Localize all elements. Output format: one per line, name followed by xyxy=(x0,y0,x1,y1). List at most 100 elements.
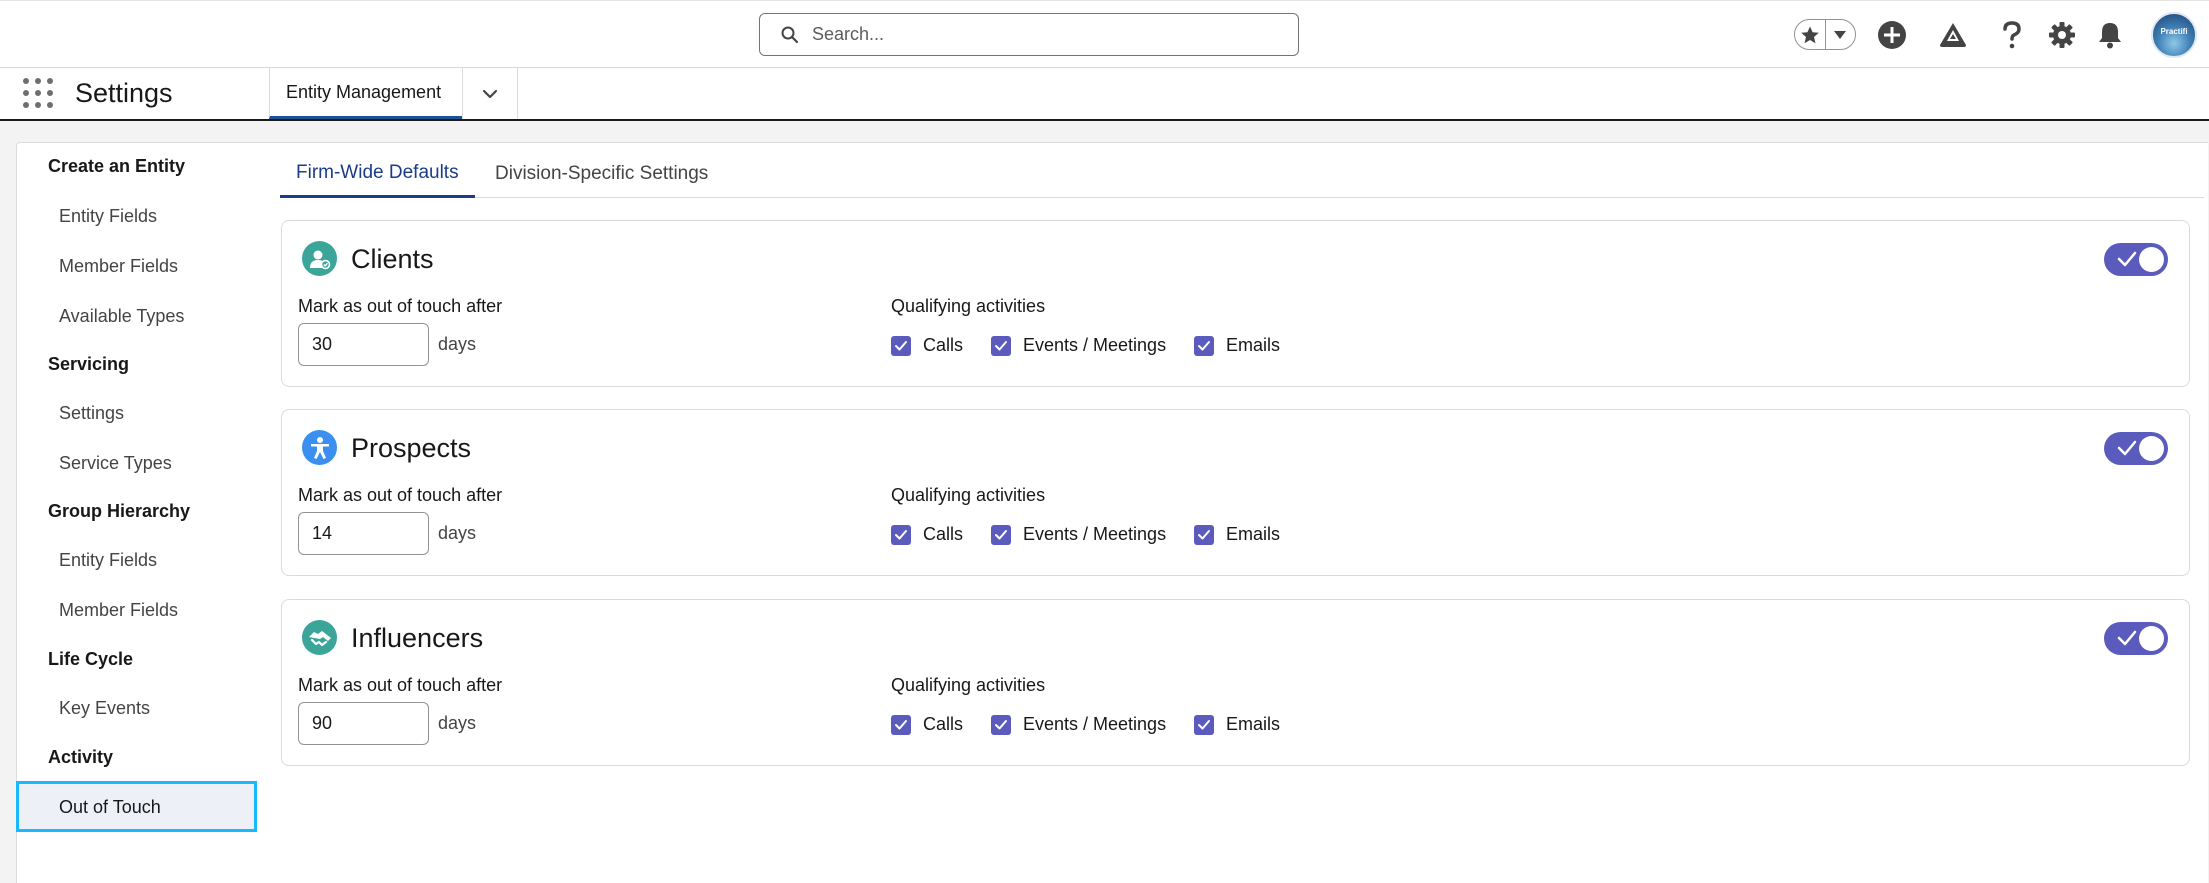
setup-button[interactable] xyxy=(2046,19,2078,51)
sidebar-item-settings[interactable]: Settings xyxy=(59,403,124,424)
avatar-text: Practifi xyxy=(2160,26,2188,36)
tab-firm-wide-defaults[interactable]: Firm-Wide Defaults xyxy=(280,150,475,198)
app-nav-bar: Settings Entity Management xyxy=(0,68,2209,121)
sidebar-item-out-of-touch[interactable]: Out of Touch xyxy=(16,781,257,832)
trailhead-button[interactable] xyxy=(1937,19,1969,51)
section-prospects: Prospects Mark as out of touch after day… xyxy=(281,409,2190,576)
section-title: Prospects xyxy=(351,433,472,463)
prospects-days-input[interactable] xyxy=(298,512,429,555)
checkbox-checked-icon xyxy=(991,335,1011,356)
sidebar-section-group-hierarchy: Group Hierarchy xyxy=(48,501,191,521)
settings-tabs: Firm-Wide Defaults Division-Specific Set… xyxy=(280,150,2204,198)
check-icon xyxy=(2117,630,2137,646)
sidebar-section-create-entity: Create an Entity xyxy=(48,156,186,176)
clients-events-checkbox[interactable]: Events / Meetings xyxy=(991,335,1166,356)
favorites-menu-button[interactable] xyxy=(1826,20,1855,49)
toggle-knob xyxy=(2139,626,2164,651)
sidebar-section-life-cycle: Life Cycle xyxy=(48,649,134,669)
prospect-icon xyxy=(302,430,337,465)
checkbox-checked-icon xyxy=(1194,335,1214,356)
clients-calls-checkbox[interactable]: Calls xyxy=(891,335,963,356)
checkbox-checked-icon xyxy=(1194,524,1214,545)
section-title: Clients xyxy=(351,244,434,274)
star-icon xyxy=(1801,26,1819,43)
app-name: Settings xyxy=(75,78,173,108)
sidebar-section-activity: Activity xyxy=(48,747,114,767)
checkbox-label: Emails xyxy=(1226,524,1281,544)
trailhead-icon xyxy=(1940,23,1966,47)
qualifying-activities-label: Qualifying activities xyxy=(891,485,1046,505)
sidebar-section-servicing: Servicing xyxy=(48,354,130,374)
handshake-icon xyxy=(302,620,337,655)
search-icon xyxy=(781,26,799,43)
influencers-enabled-toggle[interactable] xyxy=(2104,622,2168,655)
sidebar-item-group-entity-fields[interactable]: Entity Fields xyxy=(59,550,157,571)
section-clients: Clients Mark as out of touch after days … xyxy=(281,220,2190,387)
checkbox-label: Events / Meetings xyxy=(1023,335,1167,355)
prospects-events-checkbox[interactable]: Events / Meetings xyxy=(991,524,1166,545)
favorites-star-button[interactable] xyxy=(1795,20,1826,49)
days-unit-label: days xyxy=(438,334,477,354)
checkbox-checked-icon xyxy=(891,335,911,356)
influencers-calls-checkbox[interactable]: Calls xyxy=(891,714,963,735)
bell-icon xyxy=(2099,23,2121,49)
check-icon xyxy=(2117,251,2137,267)
prospects-emails-checkbox[interactable]: Emails xyxy=(1194,524,1280,545)
gear-icon xyxy=(2049,22,2075,48)
sidebar-item-member-fields[interactable]: Member Fields xyxy=(59,256,178,277)
checkbox-label: Calls xyxy=(923,524,964,544)
notifications-button[interactable] xyxy=(2094,19,2126,51)
checkbox-label: Calls xyxy=(923,335,964,355)
out-of-touch-label: Mark as out of touch after xyxy=(298,485,503,505)
toggle-knob xyxy=(2139,247,2164,272)
check-icon xyxy=(2117,440,2137,456)
checkbox-checked-icon xyxy=(891,714,911,735)
checkbox-label: Events / Meetings xyxy=(1023,524,1167,544)
out-of-touch-label: Mark as out of touch after xyxy=(298,296,503,316)
qualifying-activities-label: Qualifying activities xyxy=(891,296,1046,316)
toggle-knob xyxy=(2139,436,2164,461)
sidebar-item-label: Out of Touch xyxy=(59,797,161,817)
checkbox-checked-icon xyxy=(891,524,911,545)
section-influencers: Influencers Mark as out of touch after d… xyxy=(281,599,2190,766)
prospects-enabled-toggle[interactable] xyxy=(2104,432,2168,465)
prospects-calls-checkbox[interactable]: Calls xyxy=(891,524,963,545)
checkbox-checked-icon xyxy=(991,714,1011,735)
influencers-events-checkbox[interactable]: Events / Meetings xyxy=(991,714,1166,735)
search-input[interactable] xyxy=(812,24,1282,45)
checkbox-label: Events / Meetings xyxy=(1023,714,1167,734)
caret-down-icon xyxy=(1834,30,1847,39)
out-of-touch-label: Mark as out of touch after xyxy=(298,675,503,695)
sidebar-item-key-events[interactable]: Key Events xyxy=(59,698,150,719)
checkbox-label: Calls xyxy=(923,714,964,734)
global-search[interactable] xyxy=(759,13,1299,56)
nav-tab-entity-management[interactable]: Entity Management xyxy=(269,68,462,119)
add-icon xyxy=(1878,21,1906,49)
section-title: Influencers xyxy=(351,623,484,653)
checkbox-checked-icon xyxy=(991,524,1011,545)
sidebar-item-entity-fields[interactable]: Entity Fields xyxy=(59,206,157,227)
nav-tab-menu-button[interactable] xyxy=(462,68,518,119)
days-unit-label: days xyxy=(438,713,477,733)
checkbox-checked-icon xyxy=(1194,714,1214,735)
checkbox-label: Emails xyxy=(1226,335,1281,355)
global-header: Practifi xyxy=(0,0,2209,68)
checkbox-label: Emails xyxy=(1226,714,1281,734)
user-avatar[interactable]: Practifi xyxy=(2151,12,2197,58)
sidebar-item-service-types[interactable]: Service Types xyxy=(59,453,172,474)
clients-days-input[interactable] xyxy=(298,323,429,366)
qualifying-activities-label: Qualifying activities xyxy=(891,675,1046,695)
sidebar-item-available-types[interactable]: Available Types xyxy=(59,306,184,327)
tab-division-specific-settings[interactable]: Division-Specific Settings xyxy=(479,150,724,198)
chevron-down-icon xyxy=(482,89,498,98)
days-unit-label: days xyxy=(438,523,477,543)
influencers-emails-checkbox[interactable]: Emails xyxy=(1194,714,1280,735)
help-button[interactable] xyxy=(1996,19,2028,51)
clients-emails-checkbox[interactable]: Emails xyxy=(1194,335,1280,356)
influencers-days-input[interactable] xyxy=(298,702,429,745)
clients-enabled-toggle[interactable] xyxy=(2104,243,2168,276)
client-icon xyxy=(302,241,337,276)
global-create-button[interactable] xyxy=(1876,19,1908,51)
sidebar-item-group-member-fields[interactable]: Member Fields xyxy=(59,600,178,621)
app-launcher-icon[interactable] xyxy=(23,78,53,108)
